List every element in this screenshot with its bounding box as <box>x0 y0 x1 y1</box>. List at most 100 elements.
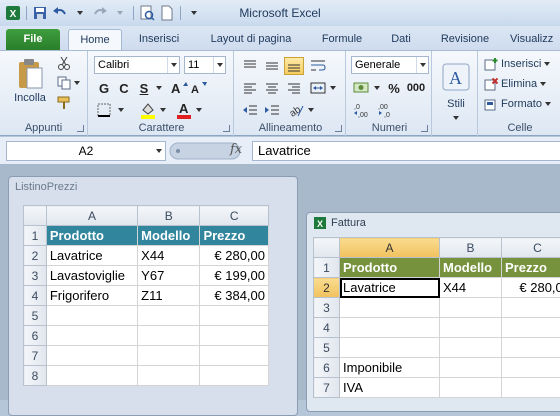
currency-dropdown-icon[interactable] <box>372 81 382 95</box>
cell[interactable] <box>502 338 560 358</box>
cell[interactable] <box>138 326 200 346</box>
column-header[interactable]: A <box>340 238 440 258</box>
cell[interactable]: Frigorifero <box>46 286 137 306</box>
row-header[interactable]: 4 <box>314 318 340 338</box>
font-grow-icon[interactable]: A <box>170 79 188 97</box>
cell[interactable] <box>440 318 502 338</box>
number-format-dropdown-icon[interactable] <box>416 57 428 73</box>
cell[interactable] <box>200 326 269 346</box>
cell[interactable]: X44 <box>138 246 200 266</box>
sheet-fattura-grid[interactable]: A B C 1 Prodotto Modello Prezzo 2 Lavatr… <box>313 237 560 398</box>
row-header[interactable]: 4 <box>24 286 47 306</box>
window-fattura[interactable]: X Fattura A B C 1 Prodotto Modello Prezz… <box>306 212 560 412</box>
column-header[interactable]: B <box>138 206 200 226</box>
styles-button[interactable]: Stili <box>434 97 478 111</box>
row-header[interactable]: 8 <box>24 366 47 386</box>
italic-button[interactable]: C <box>116 79 132 97</box>
cell[interactable]: Z11 <box>138 286 200 306</box>
cell[interactable]: Y67 <box>138 266 200 286</box>
thousands-separator-button[interactable]: 000 <box>404 79 428 97</box>
name-box[interactable]: A2 <box>6 141 166 161</box>
fill-color-icon[interactable] <box>138 101 158 119</box>
row-header[interactable]: 7 <box>314 378 340 398</box>
cell[interactable] <box>46 306 137 326</box>
cell[interactable] <box>200 346 269 366</box>
tab-formulas[interactable]: Formule <box>314 29 370 50</box>
number-format-combo[interactable]: Generale <box>351 56 429 74</box>
row-header[interactable]: 2 <box>24 246 47 266</box>
font-launcher-icon[interactable] <box>223 125 230 132</box>
cut-icon[interactable] <box>56 55 72 71</box>
tab-data[interactable]: Dati <box>383 29 419 50</box>
cell[interactable]: X44 <box>440 278 502 298</box>
format-painter-icon[interactable] <box>56 95 72 111</box>
align-top-icon[interactable] <box>240 57 260 75</box>
row-header[interactable]: 6 <box>24 326 47 346</box>
tab-home[interactable]: Home <box>68 29 122 50</box>
styles-icon[interactable]: A <box>440 57 472 97</box>
cell[interactable]: Modello <box>440 258 502 278</box>
increase-decimal-icon[interactable]: ,0,00 <box>352 101 372 119</box>
increase-indent-icon[interactable] <box>262 101 282 119</box>
percent-button[interactable]: % <box>386 79 402 97</box>
cell[interactable] <box>502 298 560 318</box>
row-header[interactable]: 3 <box>24 266 47 286</box>
cell[interactable]: € 280,00 <box>502 278 560 298</box>
cell[interactable] <box>502 358 560 378</box>
font-name-combo[interactable]: Calibri <box>94 56 180 74</box>
cell[interactable] <box>200 306 269 326</box>
align-right-icon[interactable] <box>284 79 304 97</box>
cell[interactable] <box>46 346 137 366</box>
select-all-corner[interactable] <box>24 206 47 226</box>
number-launcher-icon[interactable] <box>421 125 428 132</box>
cell[interactable]: € 280,00 <box>200 246 269 266</box>
column-header[interactable]: B <box>440 238 502 258</box>
tab-page-layout[interactable]: Layout di pagina <box>200 29 302 50</box>
align-center-icon[interactable] <box>262 79 282 97</box>
select-all-corner[interactable] <box>314 238 340 258</box>
paste-button[interactable]: Incolla <box>10 55 50 107</box>
borders-dropdown-icon[interactable] <box>116 103 126 117</box>
tab-review[interactable]: Revisione <box>432 29 498 50</box>
currency-icon[interactable] <box>352 79 372 97</box>
insert-cells-button[interactable]: Inserisci <box>484 55 560 73</box>
delete-cells-button[interactable]: Elimina <box>484 75 560 93</box>
insert-function-icon[interactable]: fx <box>230 142 242 157</box>
cell[interactable]: € 384,00 <box>200 286 269 306</box>
cell[interactable] <box>46 366 137 386</box>
row-header[interactable]: 1 <box>314 258 340 278</box>
row-header[interactable]: 2 <box>314 278 340 298</box>
cell[interactable]: Prezzo <box>200 226 269 246</box>
merge-dropdown-icon[interactable] <box>328 81 338 95</box>
row-header[interactable]: 1 <box>24 226 47 246</box>
cell[interactable]: Lavatrice <box>46 246 137 266</box>
cell[interactable] <box>502 378 560 398</box>
copy-icon[interactable] <box>56 75 72 91</box>
column-header[interactable]: A <box>46 206 137 226</box>
font-size-combo[interactable]: 11 <box>184 56 226 74</box>
name-box-dropdown-icon[interactable] <box>156 149 162 153</box>
cell[interactable]: Prodotto <box>46 226 137 246</box>
sheet-listino-grid[interactable]: A B C 1 Prodotto Modello Prezzo 2 Lavatr… <box>23 205 269 386</box>
column-header[interactable]: C <box>200 206 269 226</box>
cell[interactable]: Prezzo <box>502 258 560 278</box>
alignment-launcher-icon[interactable] <box>335 125 342 132</box>
font-shrink-icon[interactable]: A <box>190 79 208 97</box>
tab-file[interactable]: File <box>6 29 60 50</box>
orientation-dropdown-icon[interactable] <box>306 103 316 117</box>
borders-icon[interactable] <box>94 101 114 119</box>
clipboard-launcher-icon[interactable] <box>77 125 84 132</box>
cell[interactable] <box>138 306 200 326</box>
orientation-icon[interactable]: ab <box>286 101 306 119</box>
font-size-dropdown-icon[interactable] <box>213 57 225 73</box>
tab-insert[interactable]: Inserisci <box>134 29 184 50</box>
align-middle-icon[interactable] <box>262 57 282 75</box>
formula-input[interactable]: Lavatrice <box>252 141 560 161</box>
cell[interactable] <box>340 298 440 318</box>
cell[interactable]: € 199,00 <box>200 266 269 286</box>
bold-button[interactable]: G <box>96 79 112 97</box>
tab-view[interactable]: Visualizz <box>510 29 560 50</box>
cell[interactable]: Imponibile <box>340 358 440 378</box>
column-header[interactable]: C <box>502 238 560 258</box>
cell[interactable] <box>138 366 200 386</box>
